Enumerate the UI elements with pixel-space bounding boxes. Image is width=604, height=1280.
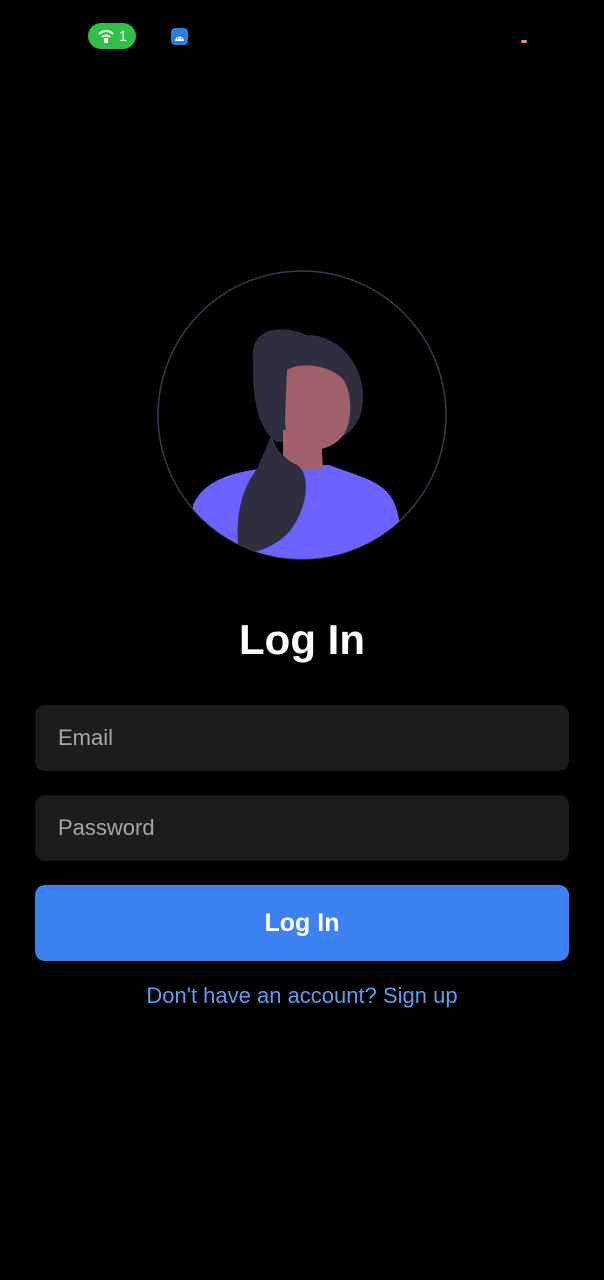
signup-link[interactable]: Don't have an account? Sign up <box>0 980 604 1012</box>
status-bar: 1 <box>0 0 604 72</box>
email-field[interactable] <box>35 705 569 771</box>
page-title: Log In <box>239 616 365 663</box>
privacy-indicator-dot <box>521 40 527 43</box>
female-user-avatar-illustration <box>157 270 447 560</box>
hotspot-count: 1 <box>118 27 128 45</box>
password-field[interactable] <box>35 795 569 861</box>
android-app-icon <box>171 28 188 45</box>
login-screen: 1 Log In Email Log In Don't have an acco… <box>0 0 604 1280</box>
wifi-hotspot-icon <box>97 28 115 44</box>
login-button[interactable]: Log In <box>35 885 569 961</box>
hotspot-indicator[interactable]: 1 <box>88 23 136 49</box>
